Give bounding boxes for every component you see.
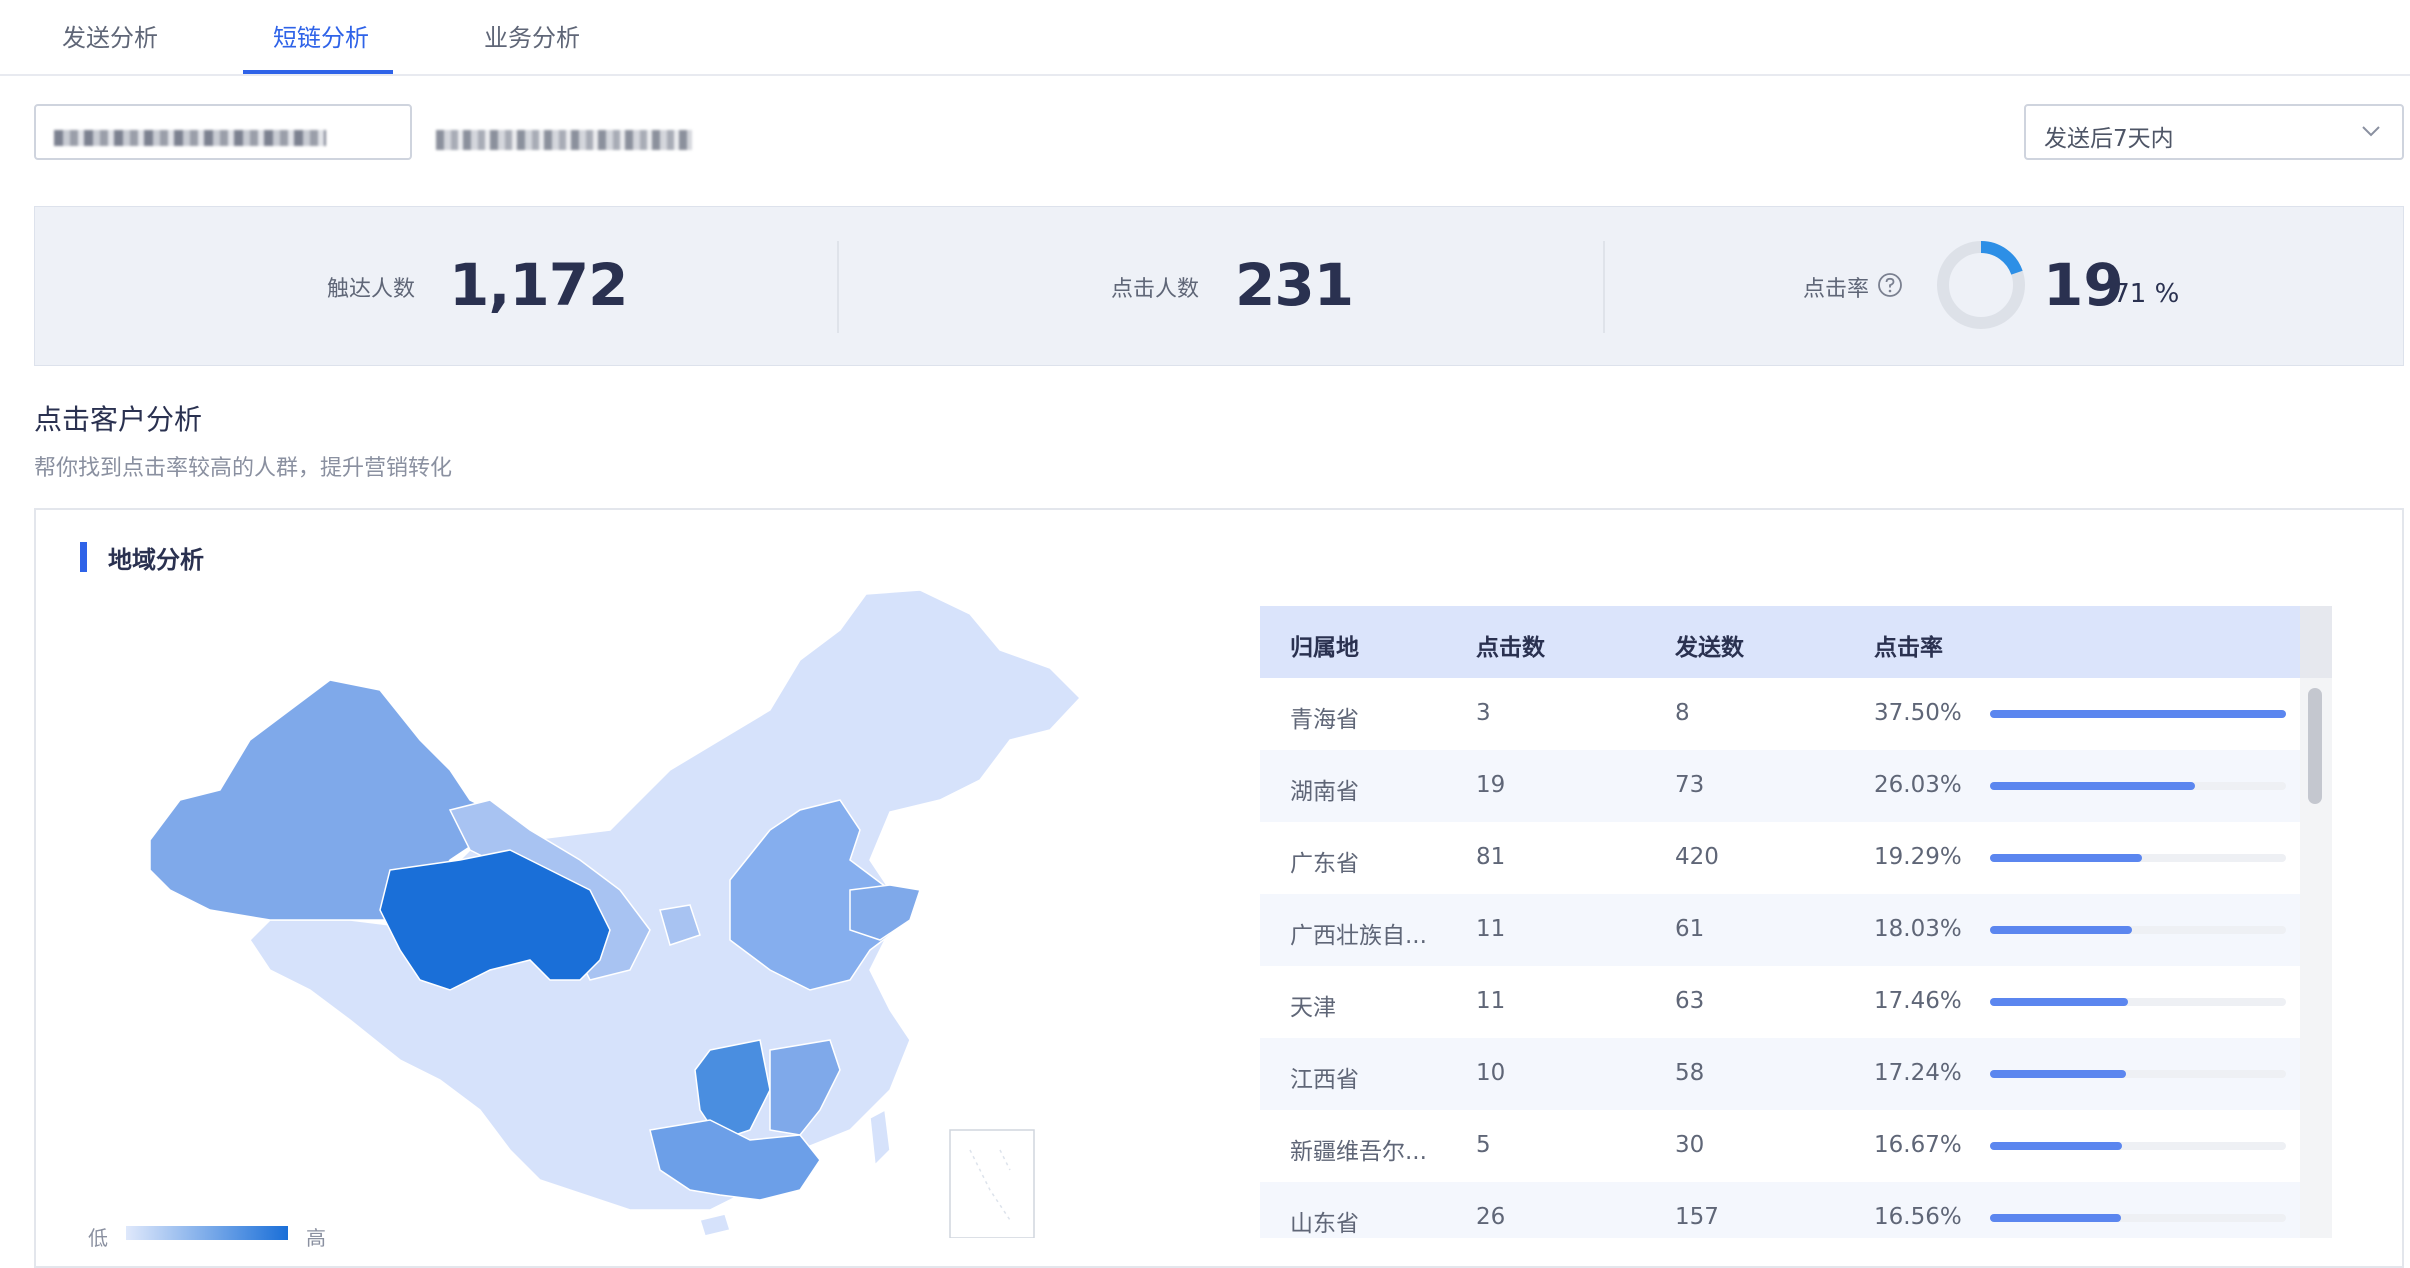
tab-business-analysis[interactable]: 业务分析 [484, 18, 580, 53]
rate-bar-fill [1990, 854, 2143, 862]
cell-region: 广西壮族自... [1290, 923, 1427, 949]
cell-sends: 61 [1675, 916, 1705, 942]
rate-bar-fill [1990, 1070, 2127, 1078]
cell-region: 江西省 [1290, 1067, 1359, 1093]
rate-value-decimal: .71 % [2105, 279, 2180, 309]
rate-bar-track [1990, 926, 2286, 934]
rate-bar-fill [1990, 1214, 2121, 1222]
table-row[interactable]: 天津 11 63 17.46% [1260, 966, 2300, 1038]
cell-clicks: 11 [1476, 916, 1506, 942]
legend-high-label: 高 [306, 1226, 326, 1250]
cell-sends: 73 [1675, 772, 1705, 798]
click-label: 点击人数 [1111, 277, 1200, 302]
cell-rate: 19.29% [1874, 844, 1962, 870]
redacted-campaign-name [54, 130, 326, 146]
cell-sends: 8 [1675, 700, 1690, 726]
cell-rate: 26.03% [1874, 772, 1962, 798]
stats-summary: 触达人数 1,172 点击人数 231 点击率 19 .71 % [34, 206, 2404, 366]
cell-sends: 420 [1675, 844, 1719, 870]
cell-rate: 37.50% [1874, 700, 1962, 726]
cell-clicks: 10 [1476, 1060, 1506, 1086]
rate-bar-fill [1990, 710, 2286, 718]
cell-rate: 16.56% [1874, 1204, 1962, 1230]
cell-clicks: 3 [1476, 700, 1491, 726]
china-region-map[interactable] [150, 590, 1090, 1238]
cell-sends: 30 [1675, 1132, 1705, 1158]
rate-bar-track [1990, 1214, 2286, 1222]
cell-region: 天津 [1290, 995, 1336, 1021]
rate-bar-fill [1990, 998, 2128, 1006]
click-rate-ring [1937, 241, 2025, 329]
stats-divider [1603, 241, 1605, 333]
stats-divider [837, 241, 839, 333]
header-clicks[interactable]: 点击数 [1476, 628, 1545, 662]
table-row[interactable]: 湖南省 19 73 26.03% [1260, 750, 2300, 822]
time-range-select[interactable]: 发送后7天内 [2024, 104, 2404, 160]
table-row[interactable]: 江西省 10 58 17.24% [1260, 1038, 2300, 1110]
cell-sends: 63 [1675, 988, 1705, 1014]
table-row[interactable]: 广东省 81 420 19.29% [1260, 822, 2300, 894]
section-title: 点击客户分析 [34, 403, 203, 436]
time-range-value: 发送后7天内 [2044, 126, 2174, 152]
cell-clicks: 26 [1476, 1204, 1506, 1230]
header-region: 归属地 [1290, 635, 1359, 661]
reach-value: 1,172 [449, 251, 628, 319]
tab-bar: 发送分析 短链分析 业务分析 [0, 0, 2410, 76]
header-rate[interactable]: 点击率 [1874, 628, 1943, 662]
table-row[interactable]: 新疆维吾尔... 5 30 16.67% [1260, 1110, 2300, 1182]
cell-clicks: 11 [1476, 988, 1506, 1014]
reach-label: 触达人数 [327, 277, 416, 302]
redacted-campaign-info [436, 130, 692, 150]
map-south-china-sea-inset [949, 1129, 1035, 1238]
cell-region: 山东省 [1290, 1211, 1359, 1237]
cell-rate: 16.67% [1874, 1132, 1962, 1158]
table-row[interactable]: 山东省 26 157 16.56% [1260, 1182, 2300, 1238]
rate-bar-track [1990, 782, 2286, 790]
rate-label: 点击率 [1803, 277, 1870, 302]
cell-region: 湖南省 [1290, 779, 1359, 805]
section-subtitle: 帮你找到点击率较高的人群，提升营销转化 [34, 456, 453, 481]
map-south-china-sea-islands [969, 1149, 1011, 1221]
rate-bar-fill [1990, 782, 2196, 790]
tab-shortlink-analysis[interactable]: 短链分析 [273, 18, 369, 53]
scrollbar-header-cap [2300, 606, 2332, 678]
cell-clicks: 81 [1476, 844, 1506, 870]
map-region-taiwan[interactable] [869, 1108, 891, 1167]
rate-bar-track [1990, 1070, 2286, 1078]
header-sends[interactable]: 发送数 [1675, 628, 1744, 662]
cell-sends: 157 [1675, 1204, 1719, 1230]
rate-bar-track [1990, 1142, 2286, 1150]
table-header: 归属地 点击数 发送数 点击率 [1260, 606, 2300, 678]
cell-region: 青海省 [1290, 707, 1359, 733]
campaign-selector[interactable] [34, 104, 412, 160]
cell-rate: 18.03% [1874, 916, 1962, 942]
table-row[interactable]: 青海省 3 8 37.50% [1260, 678, 2300, 750]
scrollbar-thumb[interactable] [2308, 688, 2322, 804]
rate-bar-track [1990, 710, 2286, 718]
rate-bar-track [1990, 998, 2286, 1006]
tab-send-analysis[interactable]: 发送分析 [62, 18, 158, 53]
click-value: 231 [1235, 251, 1354, 319]
cell-rate: 17.24% [1874, 1060, 1962, 1086]
cell-sends: 58 [1675, 1060, 1705, 1086]
panel-accent-bar [80, 542, 87, 572]
legend-low-label: 低 [88, 1226, 108, 1250]
map-region-hainan[interactable] [699, 1213, 731, 1237]
question-circle-icon[interactable] [1877, 272, 1903, 298]
cell-clicks: 19 [1476, 772, 1506, 798]
map-region-shandong[interactable] [849, 884, 921, 941]
region-table: 归属地 点击数 发送数 点击率 青海省 3 8 37.50% 湖南省 19 73 26.03%… [1260, 606, 2332, 1238]
cell-region: 新疆维吾尔... [1290, 1139, 1427, 1165]
rate-bar-fill [1990, 1142, 2122, 1150]
cell-region: 广东省 [1290, 851, 1359, 877]
chevron-down-icon [2362, 126, 2380, 137]
active-tab-indicator [243, 70, 393, 74]
rate-bar-track [1990, 854, 2286, 862]
panel-title: 地域分析 [108, 546, 204, 574]
cell-rate: 17.46% [1874, 988, 1962, 1014]
table-row[interactable]: 广西壮族自... 11 61 18.03% [1260, 894, 2300, 966]
cell-clicks: 5 [1476, 1132, 1491, 1158]
rate-bar-fill [1990, 926, 2133, 934]
